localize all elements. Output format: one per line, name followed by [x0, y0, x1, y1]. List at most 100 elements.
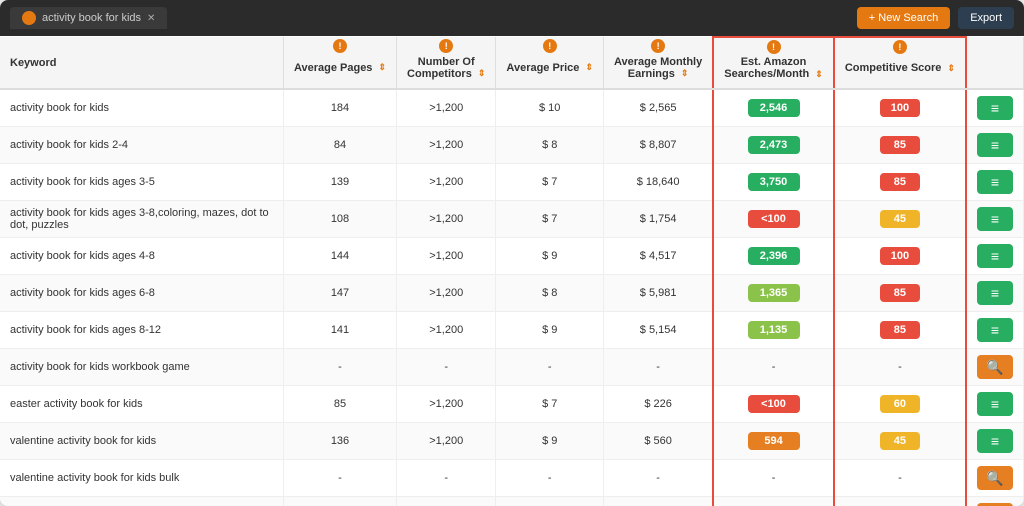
cell-avg-pages: 184 — [283, 89, 396, 127]
view-list-button[interactable]: ≡ — [977, 318, 1013, 342]
cell-est-searches: - — [713, 349, 834, 386]
cell-avg-monthly-earnings: $ 560 — [604, 423, 714, 460]
info-icon-avg-price: ! — [543, 39, 557, 53]
table-row: valentine activity book for kids136>1,20… — [0, 423, 1024, 460]
cell-competitive-score: 85 — [834, 164, 966, 201]
info-icon-comp-score: ! — [893, 40, 907, 54]
cell-competitive-score: 100 — [834, 238, 966, 275]
view-list-button[interactable]: ≡ — [977, 244, 1013, 268]
cell-competitive-score: 85 — [834, 312, 966, 349]
cell-competitive-score: 85 — [834, 275, 966, 312]
col-header-competitive-score[interactable]: ! Competitive Score ⇕ — [834, 37, 966, 89]
cell-keyword: activity book for kids ages 4-8 — [0, 238, 283, 275]
cell-keyword: activity book for kids — [0, 89, 283, 127]
cell-competitive-score: 60 — [834, 386, 966, 423]
col-header-avg-price[interactable]: ! Average Price ⇕ — [496, 37, 604, 89]
cell-action: ≡ — [966, 423, 1024, 460]
title-bar: activity book for kids ✕ + New Search Ex… — [0, 0, 1024, 36]
col-header-action — [966, 37, 1024, 89]
cell-est-searches: 3,750 — [713, 164, 834, 201]
cell-avg-monthly-earnings: $ 18,640 — [604, 164, 714, 201]
cell-num-competitors: >1,200 — [397, 89, 496, 127]
cell-action: 🔍 — [966, 460, 1024, 497]
cell-avg-price: $ 10 — [496, 89, 604, 127]
searches-badge: <100 — [748, 395, 800, 413]
cell-num-competitors: >1,200 — [397, 312, 496, 349]
table-row: activity book for kids 2-484>1,200$ 8$ 8… — [0, 127, 1024, 164]
score-badge: 100 — [880, 247, 920, 265]
cell-action: ≡ — [966, 312, 1024, 349]
view-list-button[interactable]: ≡ — [977, 133, 1013, 157]
sort-icon-est-searches: ⇕ — [815, 69, 823, 80]
cell-action: ≡ — [966, 164, 1024, 201]
col-header-avg-pages[interactable]: ! Average Pages ⇕ — [283, 37, 396, 89]
cell-keyword: activity book for kids 2-4 — [0, 127, 283, 164]
table-row: activity book for kids ages 3-8,coloring… — [0, 201, 1024, 238]
info-icon-avg-pages: ! — [333, 39, 347, 53]
table-container[interactable]: Keyword ! Average Pages ⇕ ! Number OfCom… — [0, 36, 1024, 506]
score-badge: 45 — [880, 210, 920, 228]
cell-num-competitors: >1,200 — [397, 423, 496, 460]
cell-est-searches: 2,396 — [713, 238, 834, 275]
cell-avg-monthly-earnings: $ 2,565 — [604, 89, 714, 127]
table-row: activity book for kids ages 6-8147>1,200… — [0, 275, 1024, 312]
view-list-button[interactable]: ≡ — [977, 392, 1013, 416]
cell-keyword: activity book for kids ages 6-8 — [0, 275, 283, 312]
toolbar-right: + New Search Export — [857, 7, 1014, 29]
cell-num-competitors: >1,200 — [397, 275, 496, 312]
cell-avg-pages: 84 — [283, 127, 396, 164]
view-list-button[interactable]: ≡ — [977, 170, 1013, 194]
cell-avg-monthly-earnings: $ 226 — [604, 386, 714, 423]
cell-competitive-score: 45 — [834, 201, 966, 238]
table-row: activity book for kids color, write,----… — [0, 497, 1024, 506]
cell-competitive-score: 100 — [834, 89, 966, 127]
table-row: activity book for kids workbook game----… — [0, 349, 1024, 386]
info-icon-est-searches: ! — [767, 40, 781, 54]
score-badge: 45 — [880, 432, 920, 450]
cell-keyword: easter activity book for kids — [0, 386, 283, 423]
searches-badge: <100 — [748, 210, 800, 228]
cell-est-searches: 1,365 — [713, 275, 834, 312]
cell-avg-price: $ 9 — [496, 423, 604, 460]
cell-competitive-score: 45 — [834, 423, 966, 460]
cell-avg-price: $ 7 — [496, 386, 604, 423]
col-header-est-searches[interactable]: ! Est. AmazonSearches/Month ⇕ — [713, 37, 834, 89]
col-header-avg-monthly-earnings[interactable]: ! Average MonthlyEarnings ⇕ — [604, 37, 714, 89]
view-list-button[interactable]: ≡ — [977, 207, 1013, 231]
cell-avg-pages: 108 — [283, 201, 396, 238]
cell-avg-pages: 141 — [283, 312, 396, 349]
cell-est-searches: - — [713, 497, 834, 506]
cell-avg-pages: - — [283, 349, 396, 386]
view-list-button[interactable]: ≡ — [977, 281, 1013, 305]
cell-competitive-score: - — [834, 349, 966, 386]
cell-keyword: valentine activity book for kids — [0, 423, 283, 460]
search-button[interactable]: 🔍 — [977, 355, 1013, 379]
view-list-button[interactable]: ≡ — [977, 429, 1013, 453]
col-header-num-competitors[interactable]: ! Number OfCompetitors ⇕ — [397, 37, 496, 89]
cell-num-competitors: >1,200 — [397, 386, 496, 423]
sort-icon-comp-score: ⇕ — [947, 63, 955, 74]
cell-competitive-score: - — [834, 460, 966, 497]
cell-keyword: valentine activity book for kids bulk — [0, 460, 283, 497]
cell-num-competitors: - — [397, 349, 496, 386]
cell-avg-pages: - — [283, 497, 396, 506]
cell-avg-pages: - — [283, 460, 396, 497]
cell-competitive-score: - — [834, 497, 966, 506]
info-icon-num-competitors: ! — [439, 39, 453, 53]
table-row: activity book for kids ages 3-5139>1,200… — [0, 164, 1024, 201]
cell-action: 🔍 — [966, 349, 1024, 386]
cell-avg-monthly-earnings: - — [604, 349, 714, 386]
keyword-tab[interactable]: activity book for kids ✕ — [10, 7, 167, 29]
search-button[interactable]: 🔍 — [977, 466, 1013, 490]
cell-avg-price: - — [496, 349, 604, 386]
cell-avg-monthly-earnings: $ 4,517 — [604, 238, 714, 275]
cell-est-searches: 594 — [713, 423, 834, 460]
new-search-button[interactable]: + New Search — [857, 7, 950, 29]
cell-avg-price: $ 9 — [496, 238, 604, 275]
export-button[interactable]: Export — [958, 7, 1014, 29]
cell-est-searches: <100 — [713, 386, 834, 423]
new-search-label: + New Search — [869, 12, 938, 24]
view-list-button[interactable]: ≡ — [977, 96, 1013, 120]
cell-action: ≡ — [966, 275, 1024, 312]
tab-close-icon[interactable]: ✕ — [147, 13, 155, 24]
